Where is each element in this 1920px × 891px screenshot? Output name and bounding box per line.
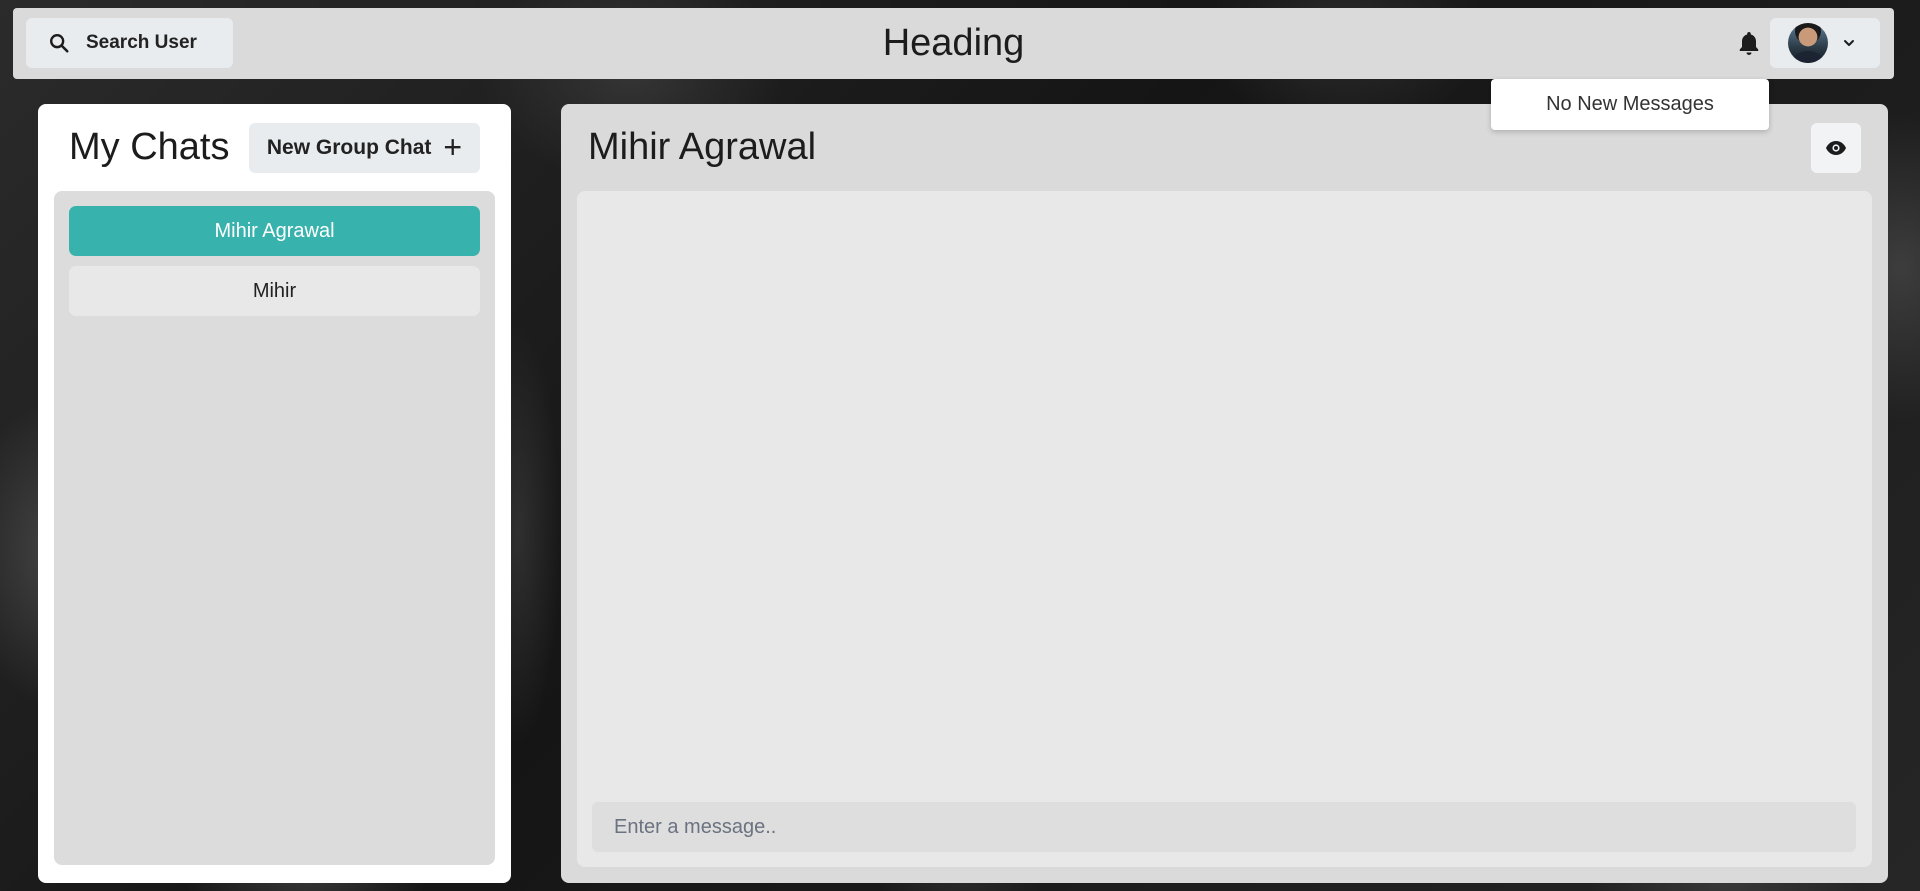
chat-list-item-mihir[interactable]: Mihir [69, 266, 480, 316]
chat-title: Mihir Agrawal [588, 126, 817, 168]
notification-bell-button[interactable] [1732, 26, 1766, 60]
chat-list-item-label: Mihir [252, 279, 297, 302]
my-chats-title: My Chats [69, 126, 230, 168]
my-chats-panel: My Chats New Group Chat + Mihir Agrawal … [38, 104, 511, 883]
app-heading: Heading [882, 22, 1025, 64]
chat-list-item-label: Mihir Agrawal [214, 219, 335, 242]
avatar [1788, 23, 1828, 63]
profile-menu-button[interactable] [1770, 18, 1880, 68]
notification-dropdown: No New Messages [1491, 79, 1769, 130]
chat-panel: Mihir Agrawal [561, 104, 1888, 883]
search-user-button[interactable]: Search User [26, 18, 233, 68]
chat-list-item-mihir-agrawal[interactable]: Mihir Agrawal [69, 206, 480, 256]
messages-area[interactable] [577, 191, 1872, 867]
view-profile-button[interactable] [1811, 123, 1861, 173]
chevron-down-icon [1844, 40, 1854, 46]
search-icon [50, 34, 69, 53]
top-bar: Search User Heading [13, 8, 1894, 79]
eye-icon [1826, 141, 1846, 155]
search-user-label: Search User [86, 32, 197, 53]
plus-icon: + [443, 128, 463, 165]
notification-empty-text: No New Messages [1546, 93, 1714, 115]
new-group-chat-button[interactable]: New Group Chat + [249, 123, 480, 173]
message-input[interactable] [592, 802, 1856, 852]
chat-list: Mihir Agrawal Mihir [54, 191, 495, 865]
bell-icon [1739, 32, 1759, 55]
new-group-chat-label: New Group Chat [266, 136, 432, 159]
